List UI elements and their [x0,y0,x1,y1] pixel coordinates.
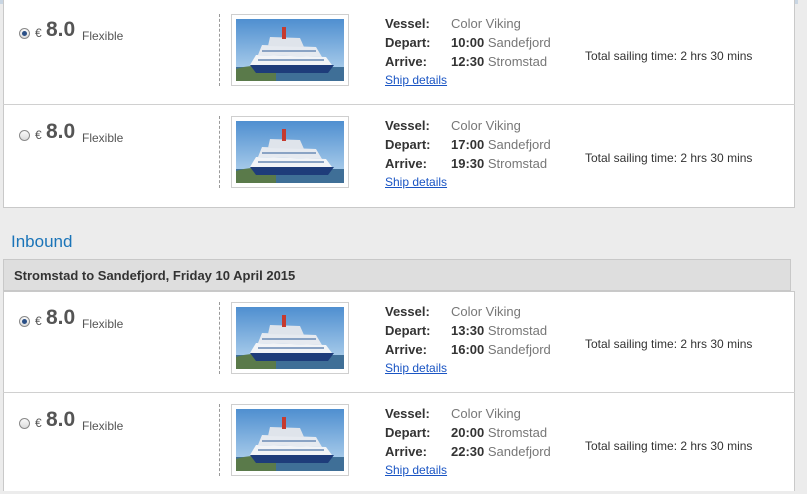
ship-thumbnail [231,404,349,476]
ship-image-icon [236,19,344,81]
inbound-route-header: Stromstad to Sandefjord, Friday 10 April… [3,259,791,291]
total-sailing-time: Total sailing time: 2 hrs 30 mins [585,49,753,63]
ship-details-link[interactable]: Ship details [385,463,447,477]
dashed-divider [219,14,220,86]
fare-type-label: Flexible [82,131,124,145]
dashed-divider [219,116,220,188]
sailing-row: € 8.0 Flexible Vessel: Color Viking Depa… [0,402,790,494]
fare-type-label: Flexible [82,317,124,331]
arrive-port: Sandefjord [487,342,551,357]
arrive-info: 19:30 Stromstad [451,156,547,171]
fare-type-label: Flexible [82,29,124,43]
arrive-port: Sandefjord [487,444,551,459]
arrive-port: Stromstad [487,54,548,69]
price-currency: € [35,26,42,40]
sailing-row: € 8.0 Flexible Vessel: Color Viking Depa… [0,300,790,392]
depart-info: 17:00 Sandefjord [451,137,551,152]
depart-label: Depart: [385,35,431,50]
arrive-time: 12:30 [451,54,485,69]
price-value: 8.0 [46,18,76,41]
vessel-name: Color Viking [451,304,521,319]
sailing-row: € 8.0 Flexible Vessel: Color Viking Depa… [0,12,790,104]
vessel-name: Color Viking [451,16,521,31]
vessel-name: Color Viking [451,406,521,421]
inbound-heading: Inbound [11,232,73,251]
depart-time: 17:00 [451,137,485,152]
price-currency: € [35,416,42,430]
page-scrollbar[interactable] [798,0,807,485]
arrive-info: 22:30 Sandefjord [451,444,551,459]
ship-image-icon [236,121,344,183]
depart-port: Sandefjord [487,137,551,152]
ship-details-link[interactable]: Ship details [385,175,447,189]
dashed-divider [219,302,220,374]
total-sailing-time: Total sailing time: 2 hrs 30 mins [585,151,753,165]
ship-image-icon [236,409,344,471]
arrive-label: Arrive: [385,54,427,69]
total-sailing-time: Total sailing time: 2 hrs 30 mins [585,337,753,351]
row-divider [3,392,795,393]
ship-thumbnail [231,14,349,86]
vessel-label: Vessel: [385,304,430,319]
depart-time: 10:00 [451,35,485,50]
row-divider [3,104,795,105]
arrive-label: Arrive: [385,156,427,171]
depart-port: Stromstad [487,425,548,440]
fare-radio[interactable] [19,130,30,141]
depart-time: 20:00 [451,425,485,440]
depart-port: Stromstad [487,323,548,338]
arrive-label: Arrive: [385,444,427,459]
arrive-time: 19:30 [451,156,485,171]
depart-time: 13:30 [451,323,485,338]
ship-details-link[interactable]: Ship details [385,73,447,87]
ship-image-icon [236,307,344,369]
price-currency: € [35,314,42,328]
depart-label: Depart: [385,323,431,338]
fare-radio[interactable] [19,28,30,39]
ship-thumbnail [231,302,349,374]
depart-label: Depart: [385,425,431,440]
arrive-info: 16:00 Sandefjord [451,342,551,357]
price-value: 8.0 [46,408,76,431]
arrive-port: Stromstad [487,156,548,171]
vessel-label: Vessel: [385,118,430,133]
vessel-name: Color Viking [451,118,521,133]
ship-details-link[interactable]: Ship details [385,361,447,375]
arrive-time: 16:00 [451,342,485,357]
price-currency: € [35,128,42,142]
price-value: 8.0 [46,120,76,143]
fare-type-label: Flexible [82,419,124,433]
vessel-label: Vessel: [385,406,430,421]
price-value: 8.0 [46,306,76,329]
dashed-divider [219,404,220,476]
fare-radio[interactable] [19,418,30,429]
arrive-time: 22:30 [451,444,485,459]
arrive-label: Arrive: [385,342,427,357]
ship-thumbnail [231,116,349,188]
depart-port: Sandefjord [487,35,551,50]
arrive-info: 12:30 Stromstad [451,54,547,69]
depart-info: 13:30 Stromstad [451,323,547,338]
depart-info: 10:00 Sandefjord [451,35,551,50]
depart-info: 20:00 Stromstad [451,425,547,440]
fare-radio[interactable] [19,316,30,327]
vessel-label: Vessel: [385,16,430,31]
sailing-row: € 8.0 Flexible Vessel: Color Viking Depa… [0,114,790,206]
depart-label: Depart: [385,137,431,152]
total-sailing-time: Total sailing time: 2 hrs 30 mins [585,439,753,453]
